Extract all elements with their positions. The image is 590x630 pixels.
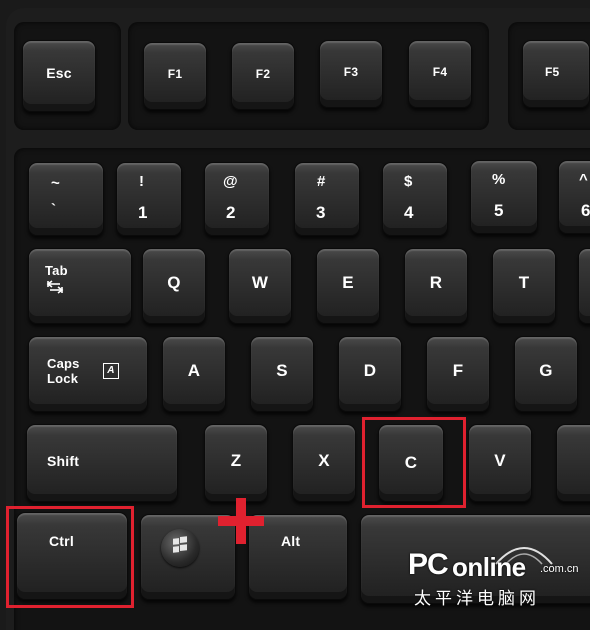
key-label: F5	[545, 65, 560, 79]
key-label-bottom: 6	[581, 201, 590, 220]
key-label-line1: Caps	[47, 356, 80, 371]
key-label-bottom: 2	[226, 203, 236, 222]
plus-sign-horizontal	[218, 516, 264, 526]
highlight-c-key	[362, 417, 466, 508]
watermark-chinese: 太平洋电脑网	[414, 589, 540, 608]
watermark-brand-rest: online	[452, 552, 526, 582]
caps-lock-indicator-icon: A	[103, 363, 119, 379]
key-shift[interactable]: Shift	[26, 424, 178, 502]
highlight-ctrl-key	[6, 506, 134, 608]
key-e[interactable]: E	[316, 248, 380, 324]
key-label: D	[363, 361, 377, 380]
key-esc[interactable]: Esc	[22, 40, 96, 112]
key-b-partial[interactable]	[556, 424, 590, 502]
key-label: G	[539, 361, 553, 380]
key-label-top: #	[317, 173, 326, 190]
key-label: Alt	[281, 533, 301, 549]
key-alt[interactable]: Alt	[248, 514, 348, 600]
tab-arrows-icon	[46, 280, 64, 294]
key-5[interactable]: % 5	[470, 160, 538, 234]
key-z[interactable]: Z	[204, 424, 268, 502]
key-label: E	[342, 273, 354, 292]
key-label-line2: Lock	[47, 371, 79, 386]
key-f2[interactable]: F2	[231, 42, 295, 110]
key-tilde[interactable]: ~ `	[28, 162, 104, 236]
key-t[interactable]: T	[492, 248, 556, 324]
key-label: R	[429, 273, 443, 292]
key-label-bottom: 4	[404, 203, 414, 222]
key-2[interactable]: @ 2	[204, 162, 270, 236]
pconline-watermark: PC online .com.cn 太平洋电脑网	[400, 530, 590, 630]
key-label: T	[518, 273, 530, 292]
key-label-top: @	[223, 173, 238, 190]
windows-logo-icon	[161, 529, 199, 567]
key-label: F3	[343, 65, 359, 79]
key-f5[interactable]: F5	[522, 40, 590, 108]
key-label: A	[187, 361, 201, 380]
key-label: F1	[167, 67, 183, 81]
key-f[interactable]: F	[426, 336, 490, 412]
key-caps-lock[interactable]: Caps Lock A	[28, 336, 148, 412]
key-windows[interactable]	[140, 514, 236, 600]
watermark-domain: .com.cn	[540, 563, 579, 575]
key-label-bottom: 3	[316, 203, 326, 222]
key-label: Esc	[46, 65, 72, 81]
key-v[interactable]: V	[468, 424, 532, 502]
key-label: Shift	[47, 453, 80, 469]
key-label-top: ^	[579, 171, 588, 188]
key-label: F4	[432, 65, 448, 79]
watermark-brand-p: PC	[408, 548, 449, 581]
key-label-bottom: 1	[138, 203, 148, 222]
key-label: F2	[255, 67, 271, 81]
key-y-partial[interactable]	[578, 248, 590, 324]
key-label: W	[251, 273, 269, 292]
key-label: Q	[167, 273, 181, 292]
key-label: V	[494, 451, 506, 470]
key-label-bottom: 5	[494, 201, 504, 220]
key-d[interactable]: D	[338, 336, 402, 412]
key-f1[interactable]: F1	[143, 42, 207, 110]
key-3[interactable]: # 3	[294, 162, 360, 236]
key-6[interactable]: ^ 6	[558, 160, 590, 234]
key-x[interactable]: X	[292, 424, 356, 502]
keyboard-photo: { "keys": { "esc": "Esc", "f1": "F1", "f…	[0, 0, 590, 630]
key-1[interactable]: ! 1	[116, 162, 182, 236]
key-label-bottom: `	[51, 201, 57, 218]
key-r[interactable]: R	[404, 248, 468, 324]
key-a[interactable]: A	[162, 336, 226, 412]
key-label: S	[276, 361, 288, 380]
key-4[interactable]: $ 4	[382, 162, 448, 236]
key-g[interactable]: G	[514, 336, 578, 412]
key-label-top: $	[404, 173, 413, 190]
key-label-top: !	[139, 173, 145, 190]
key-label: F	[452, 361, 464, 380]
key-w[interactable]: W	[228, 248, 292, 324]
key-f4[interactable]: F4	[408, 40, 472, 108]
key-label-top: %	[492, 171, 506, 188]
key-label: Z	[230, 451, 242, 470]
key-tab[interactable]: Tab	[28, 248, 132, 324]
key-label-top: ~	[51, 175, 60, 192]
key-f3[interactable]: F3	[319, 40, 383, 108]
key-label: X	[318, 451, 330, 470]
key-label: Tab	[45, 263, 68, 278]
key-q[interactable]: Q	[142, 248, 206, 324]
key-s[interactable]: S	[250, 336, 314, 412]
